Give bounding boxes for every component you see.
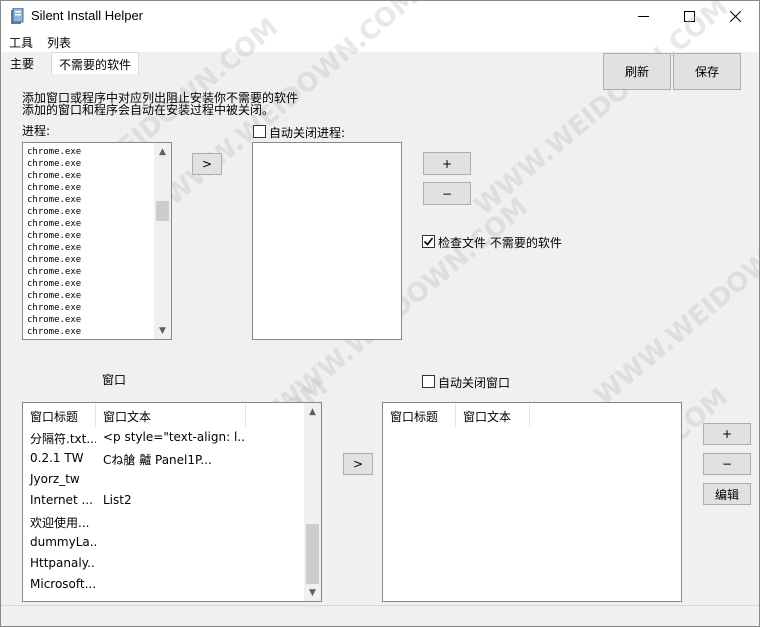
window-title: Silent Install Helper [31,8,143,23]
add-window-button[interactable]: + [703,423,751,445]
cell-window-title: Internet ... [30,493,93,507]
watermark: WWW.WEIDOWN.COM [588,182,760,412]
auto-close-process-label: 自动关闭进程: [269,126,346,140]
process-list-scrollbar[interactable]: ▲ ▼ [154,143,171,339]
cell-window-title: 0.2.1 TW [30,451,84,465]
cell-window-text [96,574,246,595]
scroll-up-icon[interactable]: ▲ [304,403,321,420]
add-process-button[interactable]: + [423,152,471,175]
list-item[interactable]: chrome.exe [23,326,171,338]
status-bar [1,605,759,626]
menu-tools[interactable]: 工具 [9,34,33,51]
save-button[interactable]: 保存 [673,53,741,90]
list-item[interactable]: chrome.exe [23,194,171,206]
window-list-scrollbar[interactable]: ▲ ▼ [304,403,321,601]
list-item[interactable]: chrome.exe [23,158,171,170]
cell-window-text: List2 [103,493,132,507]
table-row[interactable]: Httpanaly... [23,553,246,574]
cell-window-text [96,553,246,574]
cell-window-title: 分隔符.txt... [30,432,96,446]
title-bar: Silent Install Helper [1,1,759,32]
checkmark-icon [423,237,434,246]
list-item[interactable]: chrome.exe [23,182,171,194]
cell-window-title: Httpanaly... [30,556,96,570]
edit-window-button[interactable]: 编辑 [703,483,751,505]
app-icon [11,8,24,24]
list-item[interactable]: chrome.exe [23,218,171,230]
column-window-title[interactable]: 窗口标题 [383,403,456,427]
window-list[interactable]: 窗口标题 窗口文本 分隔符.txt... <p style="text-align… [22,402,322,602]
cell-window-text: Cね艙 齇 Panel1P... [103,453,212,467]
menu-list[interactable]: 列表 [47,34,71,51]
cell-window-text: <p style="text-align: l... [103,430,246,444]
minimize-icon [637,16,649,17]
cell-window-text [96,532,246,553]
scrollbar-thumb[interactable] [306,524,319,584]
column-window-text[interactable]: 窗口文本 [456,403,530,427]
cell-window-text [96,469,246,490]
cell-window-text [96,511,246,532]
list-item[interactable]: chrome.exe [23,170,171,182]
column-window-title[interactable]: 窗口标题 [23,403,96,427]
table-row[interactable]: Jyorz_tw [23,469,246,490]
list-item[interactable]: chrome.exe [23,230,171,242]
list-item[interactable]: chrome.exe [23,290,171,302]
table-row[interactable]: 分隔符.txt... <p style="text-align: l... [23,427,246,448]
table-row[interactable]: Internet ... List2 [23,490,246,511]
refresh-button[interactable]: 刷新 [603,53,671,90]
cell-window-title: Microsoft... [30,577,96,591]
description-line-2: 添加的窗口和程序会自动在安装过程中被关闭。 [22,103,275,117]
auto-close-window-list[interactable]: 窗口标题 窗口文本 [382,402,682,602]
close-button[interactable] [712,1,758,32]
table-row[interactable]: dummyLa... [23,532,246,553]
column-window-text[interactable]: 窗口文本 [96,403,246,427]
list-item[interactable]: chrome.exe [23,242,171,254]
table-row[interactable]: Microsoft... [23,574,246,595]
scroll-up-icon[interactable]: ▲ [154,143,171,160]
app-window: Silent Install Helper 工具 列表 WWW.WEIDOWN.… [0,0,760,627]
minimize-button[interactable] [620,1,666,32]
window-section-label: 窗口 [102,373,127,387]
scroll-down-icon[interactable]: ▼ [304,584,321,601]
remove-window-button[interactable]: − [703,453,751,475]
cell-window-title: Jyorz_tw [30,472,80,486]
process-label: 进程: [22,124,51,138]
process-list[interactable]: chrome.exe chrome.exe chrome.exe chrome.exe… [22,142,172,340]
list-item[interactable]: chrome.exe [23,206,171,218]
list-item[interactable]: chrome.exe [23,266,171,278]
auto-close-window-checkbox[interactable] [422,375,435,388]
menu-bar: 工具 列表 [1,32,759,52]
list-item[interactable]: chrome.exe [23,302,171,314]
cell-window-title: dummyLa... [30,535,96,549]
window-list-header: 窗口标题 窗口文本 [23,403,246,427]
list-item[interactable]: chrome.exe [23,278,171,290]
table-row[interactable]: 0.2.1 TW Cね艙 齇 Panel1P... [23,448,246,469]
list-item[interactable]: chrome.exe [23,146,171,158]
move-window-button[interactable]: > [343,453,373,475]
move-process-button[interactable]: > [192,153,222,175]
scrollbar-thumb[interactable] [156,201,169,221]
scroll-down-icon[interactable]: ▼ [154,322,171,339]
main-panel: WWW.WEIDOWN.COM WWW.WEIDOWN.COM WWW.WEID… [1,1,760,626]
close-icon [729,11,741,22]
tab-main[interactable]: 主要 [3,52,41,74]
check-file-label: 检查文件 不需要的软件 [438,236,562,250]
maximize-icon [683,11,695,22]
auto-close-window-list-header: 窗口标题 窗口文本 [383,403,530,427]
list-item[interactable]: chrome.exe [23,254,171,266]
cell-window-title: 欢迎使用... [30,516,90,530]
maximize-button[interactable] [666,1,712,32]
check-file-checkbox[interactable] [422,235,435,248]
list-item[interactable]: chrome.exe [23,314,171,326]
table-row[interactable]: 欢迎使用... [23,511,246,532]
auto-close-window-label: 自动关闭窗口 [438,376,511,390]
tab-unwanted-software[interactable]: 不需要的软件 [51,52,140,74]
auto-close-process-list[interactable] [252,142,402,340]
remove-process-button[interactable]: − [423,182,471,205]
auto-close-process-checkbox[interactable] [253,125,266,138]
